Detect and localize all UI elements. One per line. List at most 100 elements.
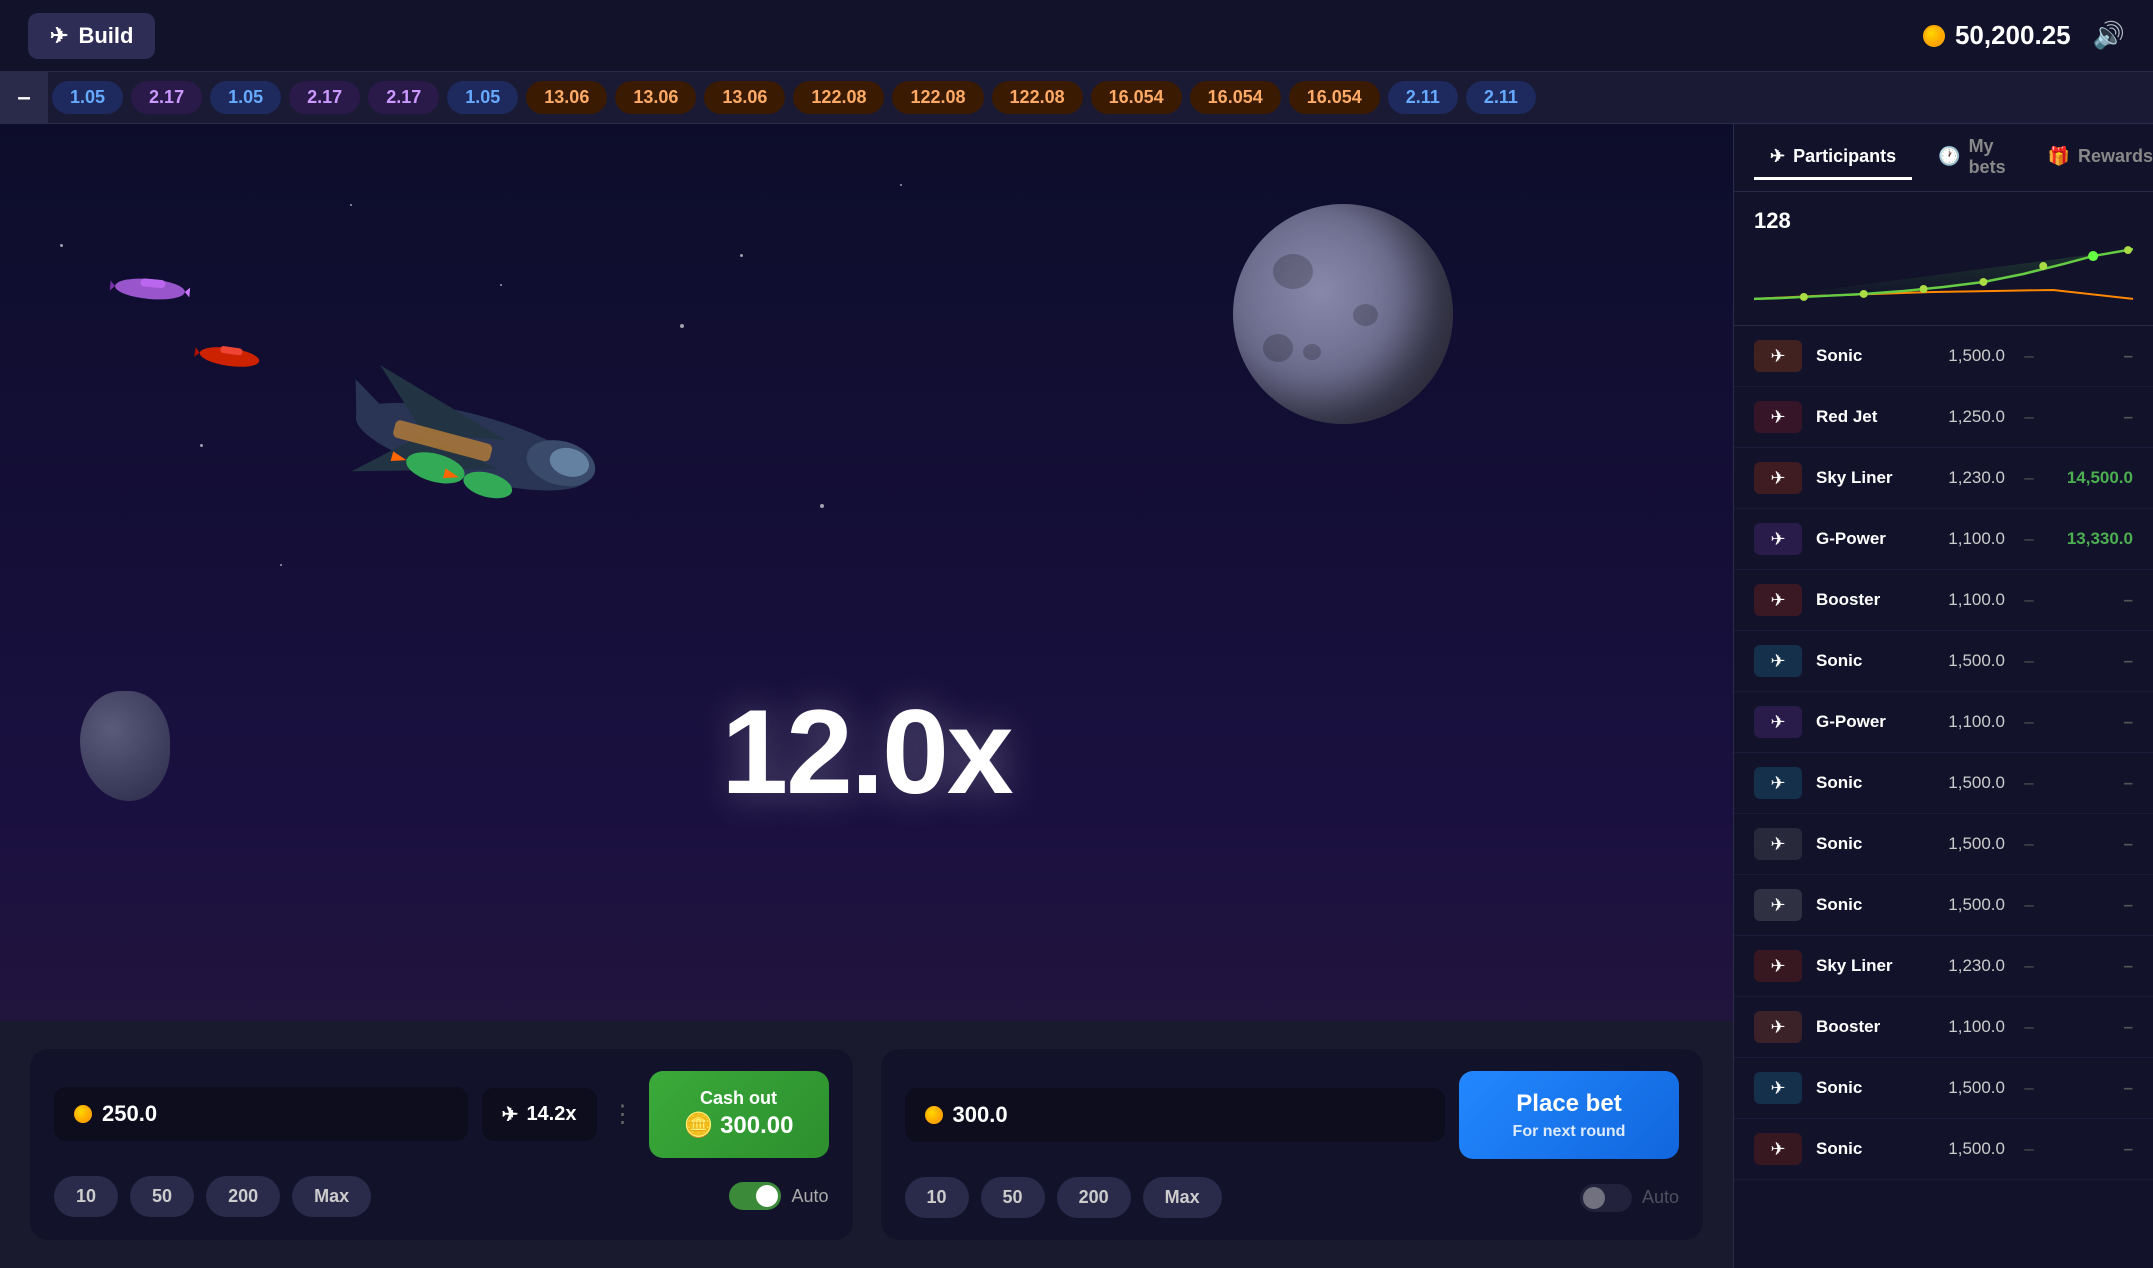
participant-bet: 1,500.0 bbox=[1948, 773, 2005, 793]
chip-10-1[interactable]: 10 bbox=[54, 1176, 118, 1217]
right-tabs: ✈ Participants 🕐 My bets 🎁 Rewards ☰ bbox=[1734, 124, 2153, 192]
star bbox=[820, 504, 824, 508]
auto-toggle-track-2[interactable] bbox=[1580, 1184, 1632, 1212]
participant-bet: 1,500.0 bbox=[1948, 651, 2005, 671]
participant-avatar: ✈ bbox=[1754, 706, 1802, 738]
participant-bet: 1,230.0 bbox=[1948, 956, 2005, 976]
star bbox=[280, 564, 282, 566]
participant-win: – bbox=[2053, 834, 2133, 854]
bet-amount-2: 300.0 bbox=[953, 1102, 1008, 1128]
participant-dash: – bbox=[2019, 468, 2039, 488]
chip-50-2[interactable]: 50 bbox=[981, 1177, 1045, 1218]
participant-name: Sonic bbox=[1816, 895, 1934, 915]
chip-max-1[interactable]: Max bbox=[292, 1176, 371, 1217]
participant-dash: – bbox=[2019, 773, 2039, 793]
place-bet-button[interactable]: Place bet For next round bbox=[1459, 1071, 1679, 1159]
participant-name: Sonic bbox=[1816, 1078, 1934, 1098]
participant-name: G-Power bbox=[1816, 712, 1934, 732]
tab-participants[interactable]: ✈ Participants bbox=[1754, 136, 1912, 180]
tab-my-bets[interactable]: 🕐 My bets bbox=[1922, 126, 2021, 191]
star bbox=[740, 254, 743, 257]
bet-multiplier-box-1: ✈ 14.2x bbox=[482, 1088, 597, 1141]
participant-name: Booster bbox=[1816, 1017, 1934, 1037]
star bbox=[200, 444, 203, 447]
star bbox=[900, 184, 902, 186]
auto-label-2: Auto bbox=[1642, 1187, 1679, 1208]
small-moon bbox=[80, 691, 170, 801]
chip-200-1[interactable]: 200 bbox=[206, 1176, 280, 1217]
plane-purple bbox=[107, 251, 193, 327]
participant-row: ✈Sky Liner1,230.0–14,500.0 bbox=[1734, 448, 2153, 509]
participant-row: ✈Booster1,100.0–– bbox=[1734, 997, 2153, 1058]
balance-display: 50,200.25 bbox=[1923, 20, 2071, 51]
auto-toggle-thumb-2 bbox=[1583, 1187, 1605, 1209]
coin-icon-1 bbox=[74, 1105, 92, 1123]
participant-dash: – bbox=[2019, 407, 2039, 427]
participant-row: ✈Sonic1,500.0–– bbox=[1734, 1058, 2153, 1119]
participant-win: – bbox=[2053, 895, 2133, 915]
chip-50-1[interactable]: 50 bbox=[130, 1176, 194, 1217]
balance-value: 50,200.25 bbox=[1955, 20, 2071, 51]
ticker-item: 122.08 bbox=[892, 81, 983, 114]
sound-button[interactable]: 🔊 bbox=[2093, 20, 2125, 51]
participant-win: – bbox=[2053, 1139, 2133, 1159]
plane-icon-small: ✈ bbox=[502, 1102, 519, 1127]
right-panel: ✈ Participants 🕐 My bets 🎁 Rewards ☰ 128 bbox=[1733, 124, 2153, 1268]
tab-participants-label: Participants bbox=[1793, 146, 1896, 167]
tab-rewards[interactable]: 🎁 Rewards bbox=[2032, 136, 2153, 180]
bet-panel-1-top: 250.0 ✈ 14.2x ⋮ Cash out 🪙 300.00 bbox=[54, 1071, 829, 1158]
participant-chart bbox=[1754, 244, 2133, 304]
bet-controls: 250.0 ✈ 14.2x ⋮ Cash out 🪙 300.00 bbox=[0, 1021, 1733, 1268]
chart-area: 128 bbox=[1734, 192, 2153, 326]
plane-main bbox=[324, 341, 637, 572]
three-dots-1[interactable]: ⋮ bbox=[611, 1100, 635, 1129]
tab-rewards-label: Rewards bbox=[2078, 146, 2153, 167]
plane-icon: ✈ bbox=[50, 23, 68, 49]
bet-multiplier-1: 14.2x bbox=[526, 1103, 576, 1126]
chip-200-2[interactable]: 200 bbox=[1057, 1177, 1131, 1218]
auto-toggle-track-1[interactable] bbox=[729, 1182, 781, 1210]
cashout-button[interactable]: Cash out 🪙 300.00 bbox=[649, 1071, 829, 1158]
coin-icon bbox=[1923, 25, 1945, 47]
chip-10-2[interactable]: 10 bbox=[905, 1177, 969, 1218]
participant-dash: – bbox=[2019, 346, 2039, 366]
star bbox=[60, 244, 63, 247]
bet-panel-1-bottom: 10 50 200 Max Auto bbox=[54, 1176, 829, 1217]
gift-icon: 🎁 bbox=[2048, 146, 2070, 167]
cashout-coin: 🪙 bbox=[684, 1112, 721, 1139]
participant-avatar: ✈ bbox=[1754, 889, 1802, 921]
participant-dash: – bbox=[2019, 1017, 2039, 1037]
participant-bet: 1,500.0 bbox=[1948, 1078, 2005, 1098]
coin-icon-2 bbox=[925, 1106, 943, 1124]
game-canvas: 12.0x bbox=[0, 124, 1733, 1021]
participant-name: Red Jet bbox=[1816, 407, 1934, 427]
participant-bet: 1,100.0 bbox=[1948, 1017, 2005, 1037]
participant-avatar: ✈ bbox=[1754, 523, 1802, 555]
participant-avatar: ✈ bbox=[1754, 828, 1802, 860]
cashout-label: Cash out bbox=[677, 1087, 801, 1110]
bet-amount-box-2: 300.0 bbox=[905, 1088, 1446, 1142]
participant-dash: – bbox=[2019, 895, 2039, 915]
participant-dash: – bbox=[2019, 956, 2039, 976]
participant-win: 14,500.0 bbox=[2053, 468, 2133, 488]
ticker-item: 2.11 bbox=[1466, 81, 1536, 114]
build-button[interactable]: ✈ Build bbox=[28, 13, 155, 59]
participant-dash: – bbox=[2019, 712, 2039, 732]
participant-name: Sonic bbox=[1816, 773, 1934, 793]
star bbox=[500, 284, 502, 286]
participant-dash: – bbox=[2019, 590, 2039, 610]
participant-row: ✈Sonic1,500.0–– bbox=[1734, 753, 2153, 814]
participant-row: ✈Sonic1,500.0–– bbox=[1734, 814, 2153, 875]
participant-bet: 1,100.0 bbox=[1948, 712, 2005, 732]
participant-avatar: ✈ bbox=[1754, 1072, 1802, 1104]
participant-name: G-Power bbox=[1816, 529, 1934, 549]
participant-avatar: ✈ bbox=[1754, 584, 1802, 616]
participant-row: ✈G-Power1,100.0–– bbox=[1734, 692, 2153, 753]
tab-my-bets-label: My bets bbox=[1969, 136, 2006, 178]
bet-panel-2: 300.0 Place bet For next round 10 50 200… bbox=[881, 1049, 1704, 1240]
participant-avatar: ✈ bbox=[1754, 1011, 1802, 1043]
moon bbox=[1233, 204, 1453, 424]
participant-bet: 1,500.0 bbox=[1948, 1139, 2005, 1159]
chip-max-2[interactable]: Max bbox=[1143, 1177, 1222, 1218]
participant-bet: 1,230.0 bbox=[1948, 468, 2005, 488]
